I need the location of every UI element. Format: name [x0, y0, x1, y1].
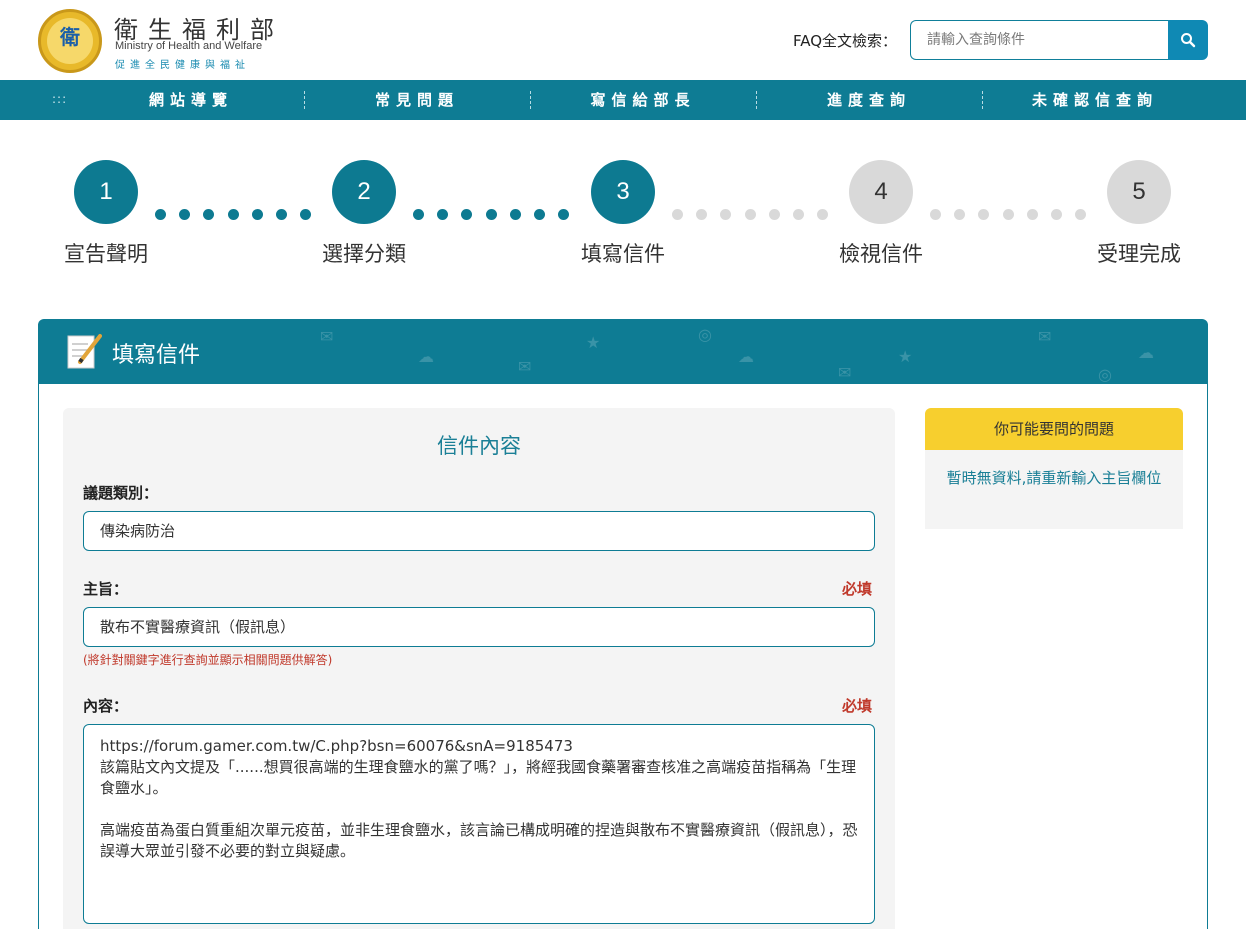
step-connector-dot [720, 209, 732, 220]
step-5-circle: 5 [1107, 160, 1171, 224]
step-connector-dot [203, 209, 215, 220]
step-connector-dot [179, 209, 191, 220]
faq-search-input[interactable] [910, 20, 1170, 60]
step-connector-dot [558, 209, 570, 220]
nav-item-write-minister[interactable]: 寫信給部長 [530, 80, 756, 120]
step-connector-dot [461, 209, 473, 220]
panel-title: 填寫信件 [112, 343, 201, 368]
content-textarea[interactable]: https://forum.gamer.com.tw/C.php?bsn=600… [83, 724, 875, 924]
step-connector-dot [1051, 209, 1062, 220]
suggested-questions-title: 你可能要問的問題 [925, 408, 1183, 450]
step-connector-dot [1002, 209, 1014, 220]
search-icon [1181, 33, 1196, 48]
subject-hint: (將針對關鍵字進行查詢並顯示相關問題供解答) [83, 653, 333, 667]
step-connector-dot [930, 209, 941, 220]
step-connector-dot [744, 209, 756, 220]
category-label: 議題類別： [83, 484, 159, 502]
step-connector-dot [793, 209, 804, 220]
step-4-label: 檢視信件 [839, 242, 923, 266]
step-connector-dot [696, 209, 708, 220]
step-2-label: 選擇分類 [322, 242, 406, 266]
nav-item-progress[interactable]: 進度查詢 [756, 80, 982, 120]
step-3-circle: 3 [591, 160, 655, 224]
step-connector-dot [672, 209, 683, 220]
step-1-label: 宣告聲明 [64, 242, 148, 266]
form-title: 信件內容 [437, 434, 521, 458]
step-connector-dot [817, 209, 829, 220]
subject-required-badge: 必填 [842, 580, 873, 598]
step-connector-dot [413, 209, 424, 220]
step-connector-dot [300, 209, 312, 220]
step-2-circle: 2 [332, 160, 396, 224]
subject-field[interactable]: 散布不實醫療資訊（假訊息） [83, 607, 875, 647]
step-connector-dot [768, 209, 780, 220]
logo-slogan: 促進全民健康與福祉 [115, 60, 250, 71]
step-connector-dot [251, 209, 263, 220]
suggested-questions-empty-message: 暫時無資料,請重新輸入主旨欄位 [946, 469, 1162, 487]
accesskey-anchor[interactable]: ::: [52, 92, 67, 106]
step-connector-dot [227, 209, 239, 220]
faq-search-label: FAQ全文檢索： [793, 32, 898, 50]
subject-label: 主旨： [83, 580, 129, 598]
content-label: 內容： [83, 697, 129, 715]
step-5-label: 受理完成 [1097, 242, 1181, 266]
step-connector-dot [954, 209, 966, 220]
step-4-circle: 4 [849, 160, 913, 224]
step-connector-dot [978, 209, 990, 220]
step-connector-dot [485, 209, 497, 220]
main-nav: ::: 網站導覽 常見問題 寫信給部長 進度查詢 未確認信查詢 [0, 80, 1246, 120]
step-connector-dot [509, 209, 521, 220]
nav-item-sitemap[interactable]: 網站導覽 [78, 80, 304, 120]
ministry-logo-icon[interactable]: 衛 [38, 9, 102, 73]
nav-item-faq[interactable]: 常見問題 [304, 80, 530, 120]
logo-title-en: Ministry of Health and Welfare [115, 40, 263, 52]
step-connector-dot [276, 209, 287, 220]
step-connector-dot [437, 209, 449, 220]
content-required-badge: 必填 [842, 697, 873, 715]
step-connector-dot [1026, 209, 1038, 220]
nav-item-unconfirmed[interactable]: 未確認信查詢 [982, 80, 1208, 120]
step-connector-dot [1075, 209, 1087, 220]
site-header: 衛 衛生福利部 Ministry of Health and Welfare 促… [0, 0, 1246, 80]
step-1-circle: 1 [74, 160, 138, 224]
letter-pencil-icon [67, 334, 102, 369]
category-field[interactable]: 傳染病防治 [83, 511, 875, 551]
step-connector-dot [155, 209, 166, 220]
step-3-label: 填寫信件 [581, 242, 665, 266]
faq-search-button[interactable] [1168, 20, 1208, 60]
panel-header: ✉ ☁ ✉ ★ ◎ ☁ ✉ ★ ✉ ◎ ☁ [38, 319, 1208, 384]
step-connector-dot [534, 209, 545, 220]
